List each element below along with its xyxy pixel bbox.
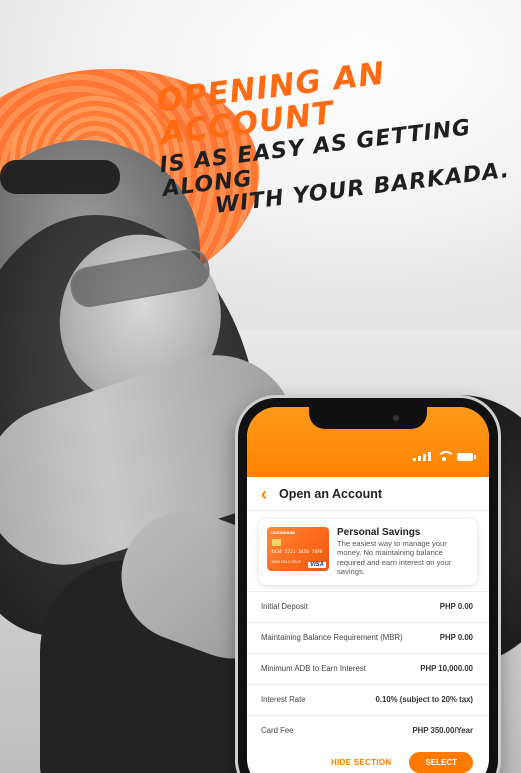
- card-chip-icon: [272, 539, 281, 546]
- detail-value: 0.10% (subject to 20% tax): [375, 695, 474, 705]
- back-chevron-icon[interactable]: ‹: [261, 485, 267, 503]
- hide-section-button[interactable]: HIDE SECTION: [331, 758, 392, 767]
- detail-row-mbr: Maintaining Balance Requirement (MBR) PH…: [247, 621, 489, 653]
- card-brand: VISA: [307, 562, 326, 568]
- product-card[interactable]: UNIONBANK 4434 5213 3456 7890 JUAN DELA …: [259, 519, 477, 585]
- detail-label: Initial Deposit: [261, 602, 308, 612]
- action-bar: HIDE SECTION SELECT: [247, 746, 489, 773]
- battery-icon: [457, 453, 476, 461]
- card-holder: JUAN DELA CRUZ: [271, 560, 301, 564]
- detail-row-min-adb: Minimum ADB to Earn Interest PHP 10,000.…: [247, 652, 489, 684]
- card-bank-name: UNIONBANK: [271, 530, 296, 535]
- phone-mockup: ‹ Open an Account UNIONBANK 4434 5213 34…: [238, 398, 498, 773]
- product-text: Personal Savings The easiest way to mana…: [337, 527, 469, 577]
- detail-row-card-fee: Card Fee PHP 350.00/Year: [247, 714, 489, 746]
- detail-row-initial-deposit: Initial Deposit PHP 0.00: [247, 590, 489, 622]
- product-description: The easiest way to manage your money. No…: [337, 539, 452, 577]
- signal-icon: [413, 452, 431, 461]
- status-bar: [247, 407, 489, 477]
- select-button[interactable]: SELECT: [409, 751, 473, 773]
- phone-screen: ‹ Open an Account UNIONBANK 4434 5213 34…: [247, 407, 489, 773]
- detail-label: Maintaining Balance Requirement (MBR): [261, 633, 403, 643]
- detail-label: Card Fee: [261, 726, 294, 736]
- detail-label: Minimum ADB to Earn Interest: [261, 664, 366, 674]
- product-name: Personal Savings: [337, 527, 421, 538]
- detail-value: PHP 0.00: [439, 633, 473, 643]
- detail-value: PHP 350.00/Year: [412, 726, 473, 736]
- phone-notch: [309, 407, 427, 429]
- nav-bar: ‹ Open an Account: [247, 477, 489, 511]
- page-title: Open an Account: [279, 486, 383, 501]
- sunglasses-shape: [0, 160, 120, 194]
- details-list: Initial Deposit PHP 0.00 Maintaining Bal…: [247, 590, 489, 746]
- detail-label: Interest Rate: [261, 695, 306, 705]
- status-icons: [413, 451, 476, 461]
- card-number: 4434 5213 3456 7890: [271, 550, 323, 555]
- detail-value: PHP 10,000.00: [420, 664, 473, 674]
- detail-value: PHP 0.00: [439, 602, 473, 612]
- debit-card-image: UNIONBANK 4434 5213 3456 7890 JUAN DELA …: [267, 527, 329, 571]
- detail-row-interest-rate: Interest Rate 0.10% (subject to 20% tax): [247, 683, 489, 715]
- wifi-icon: [437, 451, 455, 461]
